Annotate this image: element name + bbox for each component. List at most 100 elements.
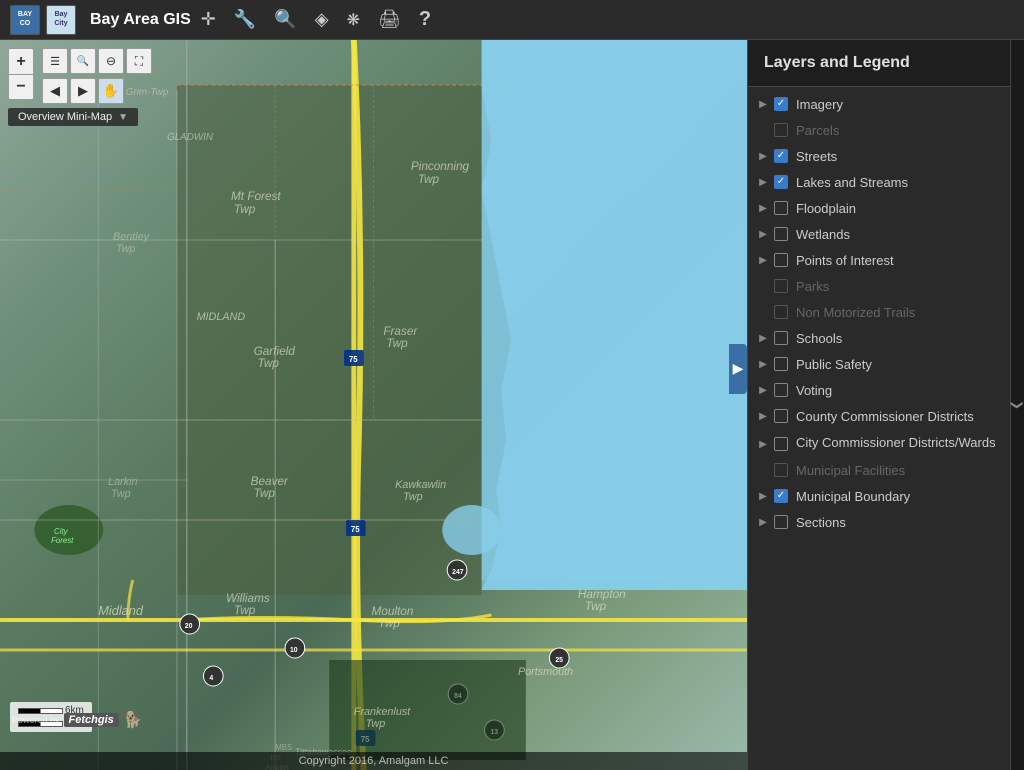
navigation-icon[interactable]: ✛ — [201, 9, 216, 30]
svg-text:247: 247 — [452, 569, 464, 576]
layer-expand-sections[interactable]: ▶ — [756, 515, 770, 529]
layer-checkbox-facilities[interactable] — [774, 463, 788, 477]
svg-text:Bentley: Bentley — [113, 231, 150, 243]
layer-expand-boundary[interactable]: ▶ — [756, 489, 770, 503]
layer-item-parks[interactable]: Parks — [748, 273, 1010, 299]
map-container[interactable]: City Forest — [0, 40, 747, 770]
svg-text:25: 25 — [555, 657, 563, 664]
layer-checkbox-trails[interactable] — [774, 305, 788, 319]
layer-checkbox-sections[interactable] — [774, 515, 788, 529]
layer-checkbox-boundary[interactable] — [774, 489, 788, 503]
layer-label-safety: Public Safety — [796, 357, 872, 372]
powered-by-label: Powered by — [12, 715, 60, 725]
layer-expand-county[interactable]: ▶ — [756, 409, 770, 423]
svg-text:Twp: Twp — [585, 599, 607, 613]
layer-checkbox-city[interactable] — [774, 437, 788, 451]
layer-expand-streets[interactable]: ▶ — [756, 149, 770, 163]
layer-checkbox-wetlands[interactable] — [774, 227, 788, 241]
layer-expand-parks — [756, 279, 770, 293]
svg-text:Portsmouth: Portsmouth — [518, 666, 573, 678]
layers-sidebar: Layers and Legend ▶ Imagery Parcels ▶ St… — [747, 40, 1010, 770]
layers-icon[interactable]: ◈ — [315, 9, 329, 30]
layer-item-parcels[interactable]: Parcels — [748, 117, 1010, 143]
layer-checkbox-poi[interactable] — [774, 253, 788, 267]
svg-text:Twp: Twp — [403, 491, 423, 503]
zoom-out-button[interactable]: − — [8, 74, 34, 100]
layer-checkbox-parcels[interactable] — [774, 123, 788, 137]
svg-text:75: 75 — [349, 355, 358, 364]
svg-text:Twp: Twp — [386, 336, 408, 350]
layer-label-floodplain: Floodplain — [796, 201, 856, 216]
layer-item-lakes-streams[interactable]: ▶ Lakes and Streams — [748, 169, 1010, 195]
layer-expand-floodplain[interactable]: ▶ — [756, 201, 770, 215]
menu-icon-button[interactable]: ☰ — [42, 48, 68, 74]
svg-text:Twp: Twp — [258, 356, 280, 370]
layer-item-public-safety[interactable]: ▶ Public Safety — [748, 351, 1010, 377]
layer-checkbox-lakes[interactable] — [774, 175, 788, 189]
layer-expand-lakes[interactable]: ▶ — [756, 175, 770, 189]
basemap-icon[interactable]: ❋ — [347, 10, 360, 30]
svg-text:Twp: Twp — [254, 486, 276, 500]
wrench-icon[interactable]: 🔧 — [234, 9, 256, 30]
svg-text:Twp: Twp — [366, 718, 386, 730]
svg-text:MIDLAND: MIDLAND — [197, 311, 246, 323]
far-right-expand-bar[interactable]: ❯ — [1010, 40, 1024, 770]
layer-item-county-commissioner[interactable]: ▶ County Commissioner Districts — [748, 403, 1010, 429]
zoom-out-small-button[interactable]: ⊖ — [98, 48, 124, 74]
next-extent-button[interactable]: ▶ — [70, 78, 96, 104]
expand-icon: ❯ — [1011, 400, 1024, 410]
layer-item-non-motorized[interactable]: Non Motorized Trails — [748, 299, 1010, 325]
layer-item-city-commissioner[interactable]: ▶ City Commissioner Districts/Wards — [748, 429, 1010, 457]
layer-expand-voting[interactable]: ▶ — [756, 383, 770, 397]
layer-expand-facilities — [756, 463, 770, 477]
layer-item-municipal-facilities[interactable]: Municipal Facilities — [748, 457, 1010, 483]
header-toolbar: ✛ 🔧 🔍 ◈ ❋ 🖨 ? — [201, 8, 447, 31]
layer-label-city: City Commissioner Districts/Wards — [796, 435, 996, 450]
layer-checkbox-safety[interactable] — [774, 357, 788, 371]
layer-label-imagery: Imagery — [796, 97, 843, 112]
layer-item-streets[interactable]: ▶ Streets — [748, 143, 1010, 169]
county-logo: BAYCO — [10, 5, 40, 35]
zoom-in-button[interactable]: + — [8, 48, 34, 74]
layer-checkbox-county[interactable] — [774, 409, 788, 423]
layer-checkbox-imagery[interactable] — [774, 97, 788, 111]
overview-minimap-bar[interactable]: Overview Mini-Map ▼ — [8, 108, 138, 126]
layer-item-imagery[interactable]: ▶ Imagery — [748, 91, 1010, 117]
overview-minimap-toggle[interactable]: ▼ — [118, 112, 128, 123]
fullscreen-button[interactable]: ⛶ — [126, 48, 152, 74]
layer-expand-imagery[interactable]: ▶ — [756, 97, 770, 111]
layer-item-schools[interactable]: ▶ Schools — [748, 325, 1010, 351]
layer-item-wetlands[interactable]: ▶ Wetlands — [748, 221, 1010, 247]
layer-expand-safety[interactable]: ▶ — [756, 357, 770, 371]
layer-checkbox-streets[interactable] — [774, 149, 788, 163]
sidebar-collapse-arrow[interactable]: ▶ — [729, 344, 747, 394]
print-icon[interactable]: 🖨 — [378, 9, 401, 30]
search-icon[interactable]: 🔍 — [274, 9, 296, 30]
layer-checkbox-floodplain[interactable] — [774, 201, 788, 215]
layer-expand-trails — [756, 305, 770, 319]
layer-label-boundary: Municipal Boundary — [796, 489, 910, 504]
map-svg: City Forest — [0, 40, 747, 770]
svg-text:GLADWIN: GLADWIN — [167, 132, 214, 143]
layer-expand-wetlands[interactable]: ▶ — [756, 227, 770, 241]
layer-item-sections[interactable]: ▶ Sections — [748, 509, 1010, 535]
layer-item-floodplain[interactable]: ▶ Floodplain — [748, 195, 1010, 221]
layer-checkbox-voting[interactable] — [774, 383, 788, 397]
layer-item-voting[interactable]: ▶ Voting — [748, 377, 1010, 403]
layer-checkbox-parks[interactable] — [774, 279, 788, 293]
layer-item-municipal-boundary[interactable]: ▶ Municipal Boundary — [748, 483, 1010, 509]
layer-item-poi[interactable]: ▶ Points of Interest — [748, 247, 1010, 273]
layer-label-schools: Schools — [796, 331, 842, 346]
layer-expand-schools[interactable]: ▶ — [756, 331, 770, 345]
layer-checkbox-schools[interactable] — [774, 331, 788, 345]
overview-minimap-label: Overview Mini-Map — [18, 111, 112, 123]
zoom-rect-button[interactable]: 🔍 — [70, 48, 96, 74]
svg-text:Forest: Forest — [51, 536, 74, 545]
main-area: City Forest — [0, 40, 1024, 770]
pan-button[interactable]: ✋ — [98, 78, 124, 104]
help-icon[interactable]: ? — [419, 8, 431, 31]
prev-extent-button[interactable]: ◀ — [42, 78, 68, 104]
layer-expand-city[interactable]: ▶ — [756, 437, 770, 451]
layer-expand-poi[interactable]: ▶ — [756, 253, 770, 267]
svg-text:Kawkawlin: Kawkawlin — [395, 479, 446, 491]
